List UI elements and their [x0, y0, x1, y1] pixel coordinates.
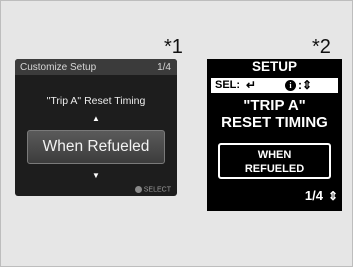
selected-option-box[interactable]: WHEN REFUELED — [218, 143, 331, 179]
screen-title: Customize Setup — [20, 62, 97, 73]
select-hint-label: SELECT — [143, 186, 171, 193]
scroll-up-arrow-icon[interactable]: ▲ — [15, 114, 177, 123]
page-indicator: 1/4 — [304, 188, 323, 203]
select-hint: SELECT — [133, 185, 171, 193]
option-line-1: WHEN — [257, 149, 292, 161]
footnote-marker-2: *2 — [312, 36, 331, 58]
scroll-down-arrow-icon[interactable]: ▼ — [15, 171, 177, 180]
setting-name-line-2: RESET TIMING — [221, 114, 328, 131]
sel-label: SEL: — [215, 79, 241, 91]
enter-icon: ↵ — [246, 78, 257, 92]
footnote-marker-1: *1 — [164, 36, 183, 58]
monochrome-display-screen: SETUP SEL: ↵ i :⇕ "TRIP A" RESET TIMING … — [207, 59, 342, 211]
selector-knob-icon — [134, 185, 142, 193]
setting-name: "Trip A" Reset Timing — [46, 95, 146, 107]
selected-option[interactable]: When Refueled — [27, 130, 165, 164]
up-down-icon: :⇕ — [298, 78, 313, 92]
option-line-2: REFUELED — [244, 163, 305, 175]
setup-title: SETUP — [251, 59, 297, 74]
page-scroll-icon: ⇕ — [327, 189, 338, 203]
setting-name-line-1: "TRIP A" — [243, 97, 306, 114]
instrument-display-figure: *1 *2 Customize Setup 1/4 "Trip A" Reset… — [0, 0, 353, 267]
customize-setup-titlebar: Customize Setup 1/4 — [15, 59, 177, 75]
color-display-screen: Customize Setup 1/4 "Trip A" Reset Timin… — [15, 59, 177, 196]
controls-hint-bar: SEL: ↵ i :⇕ — [211, 78, 338, 93]
info-icon: i — [285, 80, 296, 91]
page-indicator: 1/4 — [157, 62, 171, 73]
